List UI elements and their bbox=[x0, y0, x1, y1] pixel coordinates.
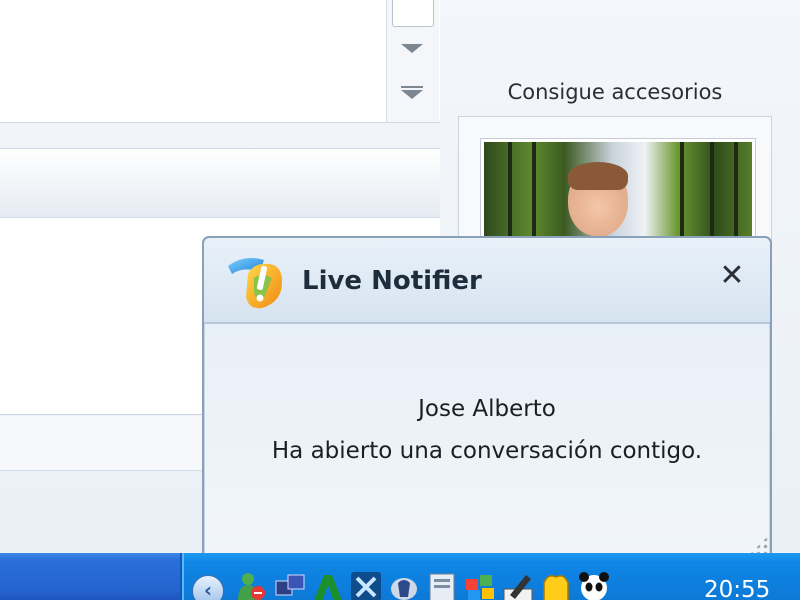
notification-message[interactable]: Jose Alberto Ha abierto una conversación… bbox=[204, 388, 770, 472]
msn-messenger-icon[interactable] bbox=[236, 571, 268, 600]
live-notifier-popup[interactable]: Live Notifier ✕ Jose Alberto Ha abierto … bbox=[202, 236, 772, 556]
yellow-hand-icon[interactable] bbox=[540, 571, 572, 600]
network-windows-icon[interactable] bbox=[274, 571, 306, 600]
conversation-history-pane[interactable] bbox=[0, 0, 440, 123]
system-tray: ‹ 20:55 bbox=[180, 553, 800, 600]
scroll-to-end-icon[interactable] bbox=[401, 86, 423, 99]
panda-antivirus-icon[interactable] bbox=[578, 571, 610, 600]
notifier-header: Live Notifier ✕ bbox=[204, 238, 770, 324]
live-notifier-logo-icon bbox=[228, 258, 282, 309]
history-scrollbar[interactable] bbox=[386, 0, 439, 122]
blue-x-app-icon[interactable] bbox=[350, 571, 382, 600]
colorful-app-icon[interactable] bbox=[464, 571, 496, 600]
pencil-tool-icon[interactable] bbox=[502, 571, 534, 600]
accessories-link[interactable]: Consigue accesorios bbox=[470, 80, 760, 104]
scroll-down-icon[interactable] bbox=[401, 44, 423, 53]
document-app-icon[interactable] bbox=[426, 571, 458, 600]
notification-text: Ha abierto una conversación contigo. bbox=[271, 438, 703, 464]
formatting-toolbar bbox=[0, 148, 440, 218]
contact-name: Jose Alberto bbox=[418, 396, 556, 422]
close-icon[interactable]: ✕ bbox=[714, 258, 750, 294]
baby-hair bbox=[568, 162, 628, 190]
notifier-title: Live Notifier bbox=[302, 266, 482, 296]
security-icon[interactable] bbox=[388, 571, 420, 600]
show-hidden-icons-button[interactable]: ‹ bbox=[192, 575, 224, 600]
green-app-icon[interactable] bbox=[312, 571, 344, 600]
taskbar-clock[interactable]: 20:55 bbox=[704, 577, 770, 600]
scrollbar-thumb[interactable] bbox=[392, 0, 434, 27]
